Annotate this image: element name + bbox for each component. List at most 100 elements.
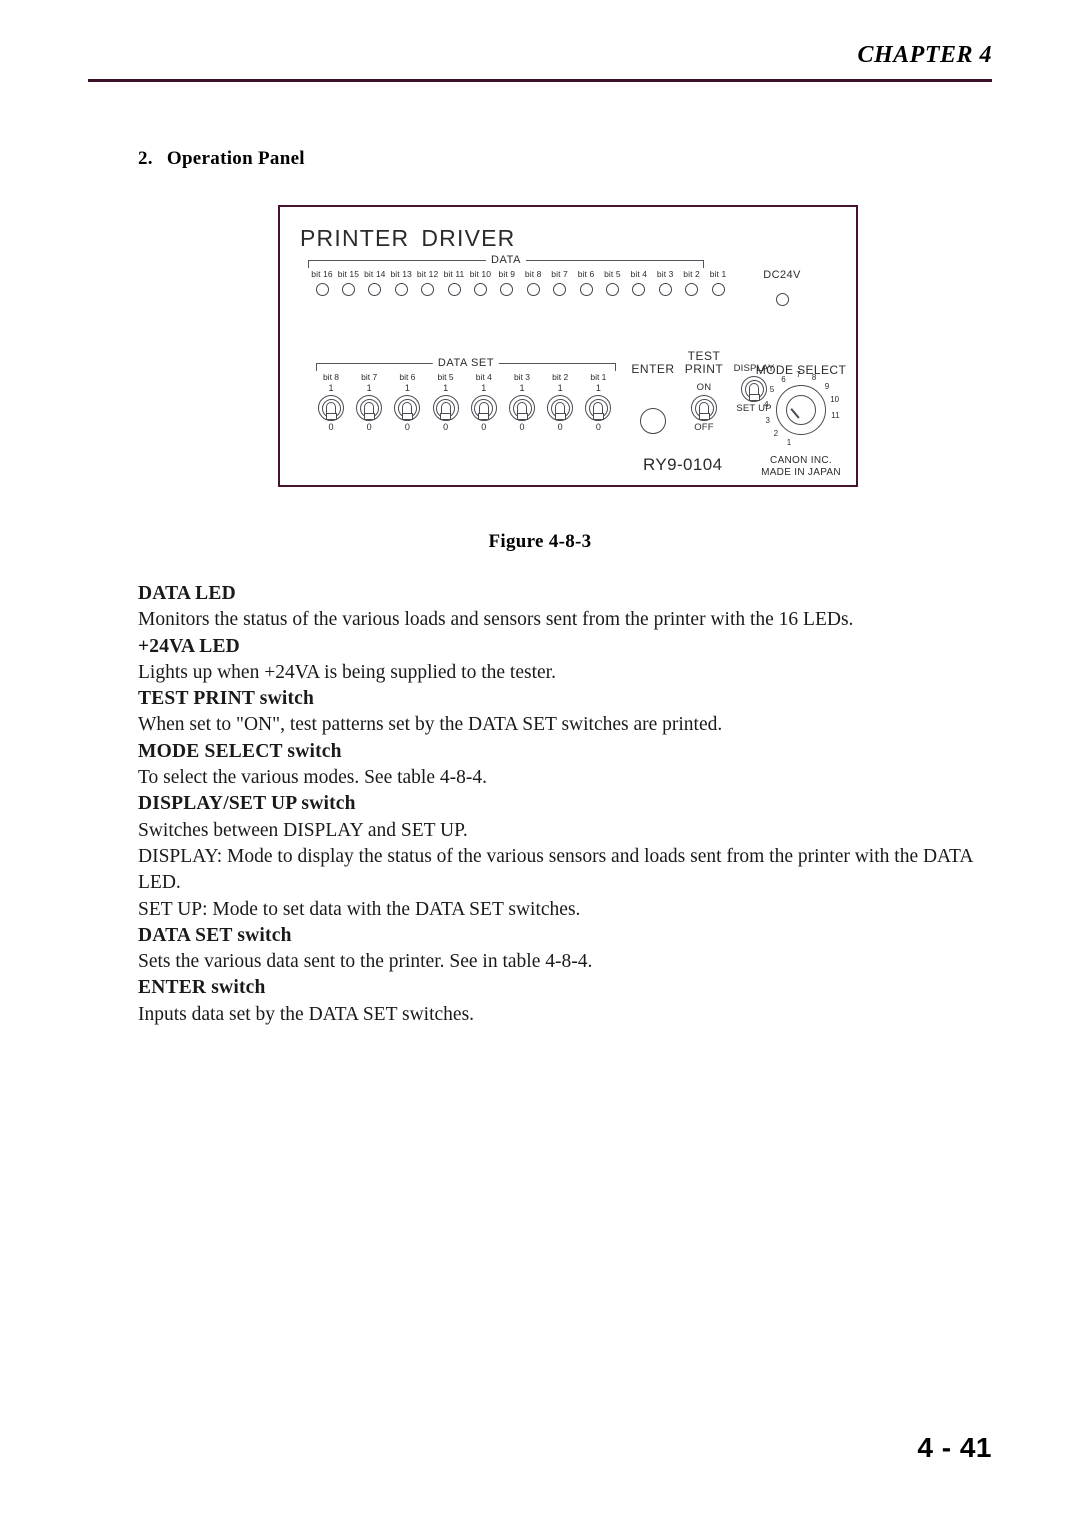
toggle-base [592, 413, 604, 420]
mode-select-position-10: 10 [830, 395, 840, 405]
data-set-bit-label: bit 2 [552, 372, 569, 382]
data-set-toggle-icon[interactable] [394, 395, 421, 421]
data-led-item: bit 1 [704, 269, 732, 296]
data-set-toggle-icon[interactable] [356, 395, 383, 421]
body-term: DISPLAY/SET UP switch [138, 793, 356, 815]
canon-credit: CANON INC. MADE IN JAPAN [746, 455, 856, 479]
data-set-switch-item[interactable]: bit 51 0 [429, 372, 463, 433]
data-led-item: bit 12 [414, 269, 442, 296]
panel-brand-word2: DRIVER [421, 225, 516, 251]
test-print-switch-group: TEST PRINT ON OFF [680, 350, 728, 434]
data-set-toggle-icon[interactable] [318, 395, 344, 421]
data-set-high-label: 1 [519, 383, 525, 393]
section-title: Operation Panel [166, 148, 305, 169]
data-set-bit-label: bit 5 [437, 372, 454, 382]
panel-brand-label: PRINTER DRIVER [300, 225, 515, 252]
body-term: +24VA LED [138, 635, 240, 657]
test-print-label-line2: PRINT [684, 362, 724, 376]
data-set-toggle-icon[interactable] [547, 395, 574, 421]
data-set-switch-item[interactable]: bit 21 0 [543, 372, 577, 433]
data-led-item: bit 11 [440, 269, 468, 296]
mode-select-position-9: 9 [824, 381, 830, 391]
body-term: MODE SELECT switch [138, 740, 342, 762]
data-led-indicator-icon [632, 283, 646, 296]
data-led-indicator-icon [341, 283, 355, 296]
data-set-toggle-icon[interactable] [509, 395, 535, 421]
data-led-item: bit 6 [572, 269, 600, 296]
data-led-bit-label: bit 3 [656, 269, 674, 279]
data-led-bracket-label: DATA [485, 254, 527, 266]
data-led-item: bit 7 [546, 269, 574, 296]
page-header: CHAPTER 4 [88, 42, 992, 78]
body-description: To select the various modes. See table 4… [138, 767, 487, 789]
toggle-base [554, 413, 566, 420]
data-led-indicator-icon [526, 283, 540, 296]
enter-button-icon[interactable] [640, 408, 666, 434]
test-print-off-label: OFF [694, 422, 714, 433]
data-led-indicator-icon [421, 283, 435, 296]
mode-select-position-4: 4 [764, 400, 769, 410]
data-led-bit-label: bit 15 [337, 269, 360, 279]
data-led-indicator-icon [368, 283, 382, 296]
data-set-low-label: 0 [366, 422, 372, 432]
data-set-switch-item[interactable]: bit 31 0 [505, 372, 539, 433]
data-set-high-label: 1 [481, 383, 487, 393]
data-led-bit-label: bit 1 [709, 269, 727, 279]
body-description: Switches between DISPLAY and SET UP. [138, 819, 468, 841]
mode-select-position-5: 5 [769, 385, 775, 395]
data-set-toggle-icon[interactable] [470, 395, 497, 421]
data-set-bracket-label: DATA SET [432, 357, 500, 369]
canon-credit-line2: MADE IN JAPAN [761, 467, 841, 478]
data-set-high-label: 1 [328, 383, 334, 393]
data-led-bit-label: bit 2 [683, 269, 700, 279]
data-led-bit-label: bit 4 [630, 269, 648, 279]
data-set-switch-item[interactable]: bit 11 0 [581, 372, 615, 433]
mode-select-position-2: 2 [773, 429, 779, 439]
data-set-high-label: 1 [404, 383, 410, 393]
operation-panel-diagram: PRINTER DRIVER DATA bit 16 bit 15 bit 14 bit… [278, 205, 858, 487]
body-term: ENTER switch [138, 977, 266, 999]
data-set-bit-label: bit 3 [513, 372, 531, 382]
test-print-toggle-icon[interactable] [691, 395, 717, 421]
data-set-high-label: 1 [595, 383, 601, 393]
section-number: 2. [138, 148, 153, 169]
data-led-item: bit 16 [308, 269, 336, 296]
data-led-indicator-icon [447, 283, 461, 296]
data-led-bit-label: bit 14 [364, 269, 386, 279]
data-set-toggle-icon[interactable] [585, 395, 612, 421]
data-led-item: bit 13 [387, 269, 415, 296]
data-set-switch-item[interactable]: bit 61 0 [390, 372, 424, 433]
body-copy: DATA LED Monitors the status of the vario… [138, 581, 1000, 1028]
data-set-high-label: 1 [366, 383, 372, 393]
data-set-low-label: 0 [519, 422, 525, 432]
toggle-base [363, 413, 375, 420]
data-set-toggle-icon[interactable] [432, 395, 459, 421]
dc24v-label: DC24V [763, 269, 801, 281]
toggle-base [698, 413, 710, 420]
mode-select-position-11: 11 [831, 411, 840, 421]
mode-select-dial-icon[interactable]: 1 2 3 4 5 6 7 8 9 10 11 [757, 371, 845, 453]
body-description: When set to "ON", test patterns set by t… [138, 714, 723, 736]
data-set-switch-item[interactable]: bit 41 0 [467, 372, 501, 433]
data-led-indicator-icon [500, 283, 514, 296]
mode-select-switch-group: MODE SELECT 1 2 3 4 5 6 7 8 9 10 11 CANON INC. MAD… [746, 363, 856, 478]
data-set-switch-item[interactable]: bit 71 0 [352, 372, 386, 433]
panel-brand-word1: PRINTER [300, 225, 410, 251]
data-set-switch-item[interactable]: bit 81 0 [314, 372, 348, 433]
header-rule-divider [88, 79, 992, 82]
data-led-item: bit 9 [493, 269, 521, 296]
data-led-indicator-icon [605, 283, 619, 296]
data-led-item: bit 10 [466, 269, 494, 296]
data-led-item: bit 14 [361, 269, 389, 296]
data-led-item: bit 3 [651, 269, 679, 296]
body-description: Sets the various data sent to the printe… [138, 951, 593, 973]
enter-switch-group: ENTER [625, 363, 681, 434]
data-led-item: bit 5 [598, 269, 626, 296]
figure-caption: Figure 4-8-3 [488, 531, 592, 552]
body-description: SET UP: Mode to set data with the DATA S… [138, 898, 581, 920]
toggle-base [325, 413, 337, 420]
mode-select-label: MODE SELECT [755, 363, 847, 377]
data-led-indicator-icon [685, 283, 699, 296]
data-led-item: bit 8 [519, 269, 547, 296]
data-led-indicator-icon [711, 283, 725, 296]
